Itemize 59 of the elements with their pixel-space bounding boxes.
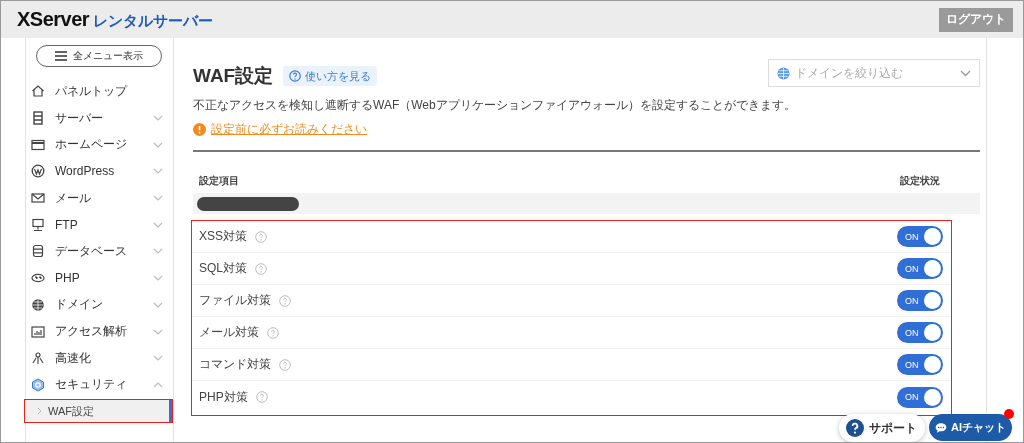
setting-label: SQL対策	[199, 260, 247, 277]
sidebar-item[interactable]: メール	[26, 184, 173, 212]
logo-product: レンタルサーバー	[93, 12, 214, 31]
sidebar-item[interactable]: セキュリティ	[26, 371, 173, 399]
help-icon[interactable]	[267, 326, 279, 339]
sidebar-item[interactable]: サーバー	[26, 104, 173, 132]
help-icon[interactable]	[255, 230, 267, 243]
sidebar-item[interactable]: FTP	[26, 211, 173, 239]
toggle-switch[interactable]: ON	[897, 290, 943, 311]
toggle-switch[interactable]: ON	[897, 258, 943, 279]
page-title: WAF設定	[193, 64, 274, 88]
sidebar-item[interactable]: 高速化	[26, 344, 173, 372]
server-icon	[31, 111, 45, 126]
setting-label: ファイル対策	[199, 292, 271, 309]
setting-label: PHP対策	[199, 388, 248, 406]
sidebar-item[interactable]: ホームページ	[26, 131, 173, 159]
home-icon	[31, 84, 45, 99]
sidebar-item[interactable]: アクセス解析	[26, 318, 173, 345]
toggle-switch[interactable]: ON	[897, 322, 943, 343]
globe-icon	[777, 66, 790, 80]
help-icon[interactable]	[255, 262, 267, 275]
menu-icon	[55, 51, 67, 61]
support-button[interactable]: サポート	[839, 414, 925, 442]
toggle-switch[interactable]: ON	[897, 226, 943, 247]
description-text: 不正なアクセスを検知し遮断するWAF（Webアプリケーションファイアウォール）を設定することができます。	[193, 98, 797, 112]
help-icon[interactable]	[279, 358, 291, 371]
help-icon	[846, 419, 864, 437]
column-header: 設定状況	[900, 174, 940, 188]
sidebar-item[interactable]: PHP	[26, 264, 173, 292]
help-icon[interactable]	[279, 294, 291, 307]
toggle-switch[interactable]: ON	[897, 354, 943, 375]
help-icon[interactable]	[255, 391, 268, 403]
sidebar-subitem[interactable]: WAF設定	[25, 400, 172, 423]
ai-chat-button[interactable]: AIチャット	[929, 414, 1012, 441]
toggle-switch[interactable]: ON	[897, 386, 943, 408]
sidebar-item[interactable]: パネルトップ	[26, 78, 173, 105]
subitem-label: WAF設定	[48, 403, 95, 419]
wordpress-icon	[31, 164, 45, 179]
sidebar-item[interactable]: ドメイン	[26, 291, 173, 319]
logo-brand: XServer	[17, 8, 90, 31]
setting-label: XSS対策	[199, 228, 247, 245]
column-header: 設定項目	[199, 174, 239, 188]
sidebar-item[interactable]: データベース	[26, 238, 173, 265]
warning-icon	[193, 122, 206, 136]
window-icon	[31, 137, 45, 152]
database-icon	[31, 244, 45, 259]
shield-icon	[31, 377, 45, 392]
monitor-icon	[31, 217, 45, 232]
chevron-icon	[37, 407, 42, 416]
mail-icon	[31, 191, 45, 206]
setting-label: コマンド対策	[199, 356, 271, 373]
sidebar-item[interactable]: WordPress	[26, 158, 173, 185]
help-icon	[289, 70, 302, 82]
help-link-button[interactable]: 使い方を見る	[283, 66, 378, 86]
globe-icon	[31, 297, 45, 312]
chevron-icon	[960, 69, 971, 77]
chart-icon	[31, 324, 45, 339]
all-menu-button[interactable]: 全メニュー表示	[36, 45, 162, 67]
setting-label: メール対策	[199, 324, 259, 341]
